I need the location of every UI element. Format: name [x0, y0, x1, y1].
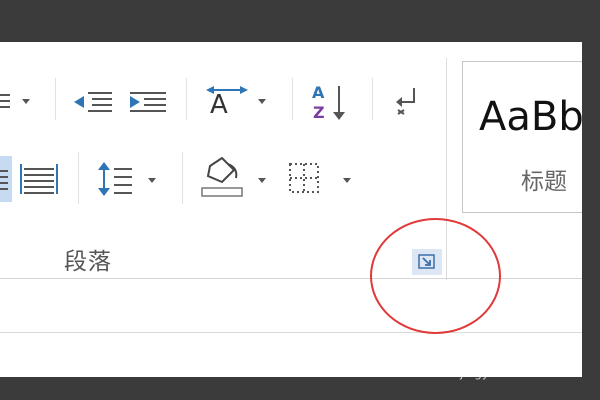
annotation-circle: [370, 218, 501, 334]
borders-icon: [289, 163, 319, 193]
chinese-layout-button[interactable]: A: [200, 80, 254, 122]
document-area-line: [0, 332, 582, 333]
shading-button[interactable]: [198, 154, 246, 202]
sort-az-icon: A Z: [312, 83, 345, 122]
chevron-down-icon[interactable]: [343, 178, 351, 183]
increase-indent-button[interactable]: [126, 86, 170, 116]
divider: [182, 152, 183, 204]
list-icon-partial[interactable]: [0, 88, 14, 114]
divider: [78, 152, 79, 204]
svg-text:A: A: [312, 83, 325, 102]
chevron-down-icon[interactable]: [148, 178, 156, 183]
chevron-down-icon[interactable]: [258, 178, 266, 183]
distributed-align-button[interactable]: [16, 156, 62, 202]
paragraph-group-label: 段落: [64, 249, 112, 275]
svg-text:Z: Z: [313, 103, 325, 122]
divider: [372, 78, 373, 120]
decrease-indent-button[interactable]: [72, 86, 116, 116]
word-ribbon-screen: A A Z 段落 AaBb 标题: [0, 42, 582, 377]
style-name-label: 标题: [521, 169, 567, 195]
decrease-indent-icon: [74, 92, 112, 112]
svg-text:A: A: [210, 90, 228, 120]
line-spacing-button[interactable]: [94, 156, 136, 202]
divider: [55, 78, 56, 120]
distributed-align-icon: [20, 164, 58, 194]
borders-button[interactable]: [284, 158, 324, 198]
paint-bucket-icon: [201, 156, 243, 197]
sort-button[interactable]: A Z: [308, 80, 352, 124]
chevron-down-icon[interactable]: [258, 99, 266, 104]
justify-button-partial[interactable]: [0, 156, 12, 202]
style-gallery-item[interactable]: AaBb 标题: [462, 61, 582, 213]
line-spacing-icon: [98, 162, 132, 196]
style-preview-text: AaBb: [479, 94, 582, 140]
chevron-down-icon[interactable]: [22, 99, 30, 104]
show-hide-marks-button[interactable]: [390, 84, 426, 118]
divider: [186, 78, 187, 120]
watermark-url: jingyan.baidu.com: [460, 366, 571, 380]
chinese-layout-icon: A: [206, 86, 248, 120]
watermark-logo: Bai⛬ 经验: [464, 339, 561, 363]
baidu-jingyan-watermark: Bai⛬ 经验 jingyan.baidu.com: [444, 335, 594, 390]
increase-indent-icon: [130, 92, 166, 112]
paragraph-mark-icon: [396, 88, 415, 115]
divider: [292, 78, 293, 120]
